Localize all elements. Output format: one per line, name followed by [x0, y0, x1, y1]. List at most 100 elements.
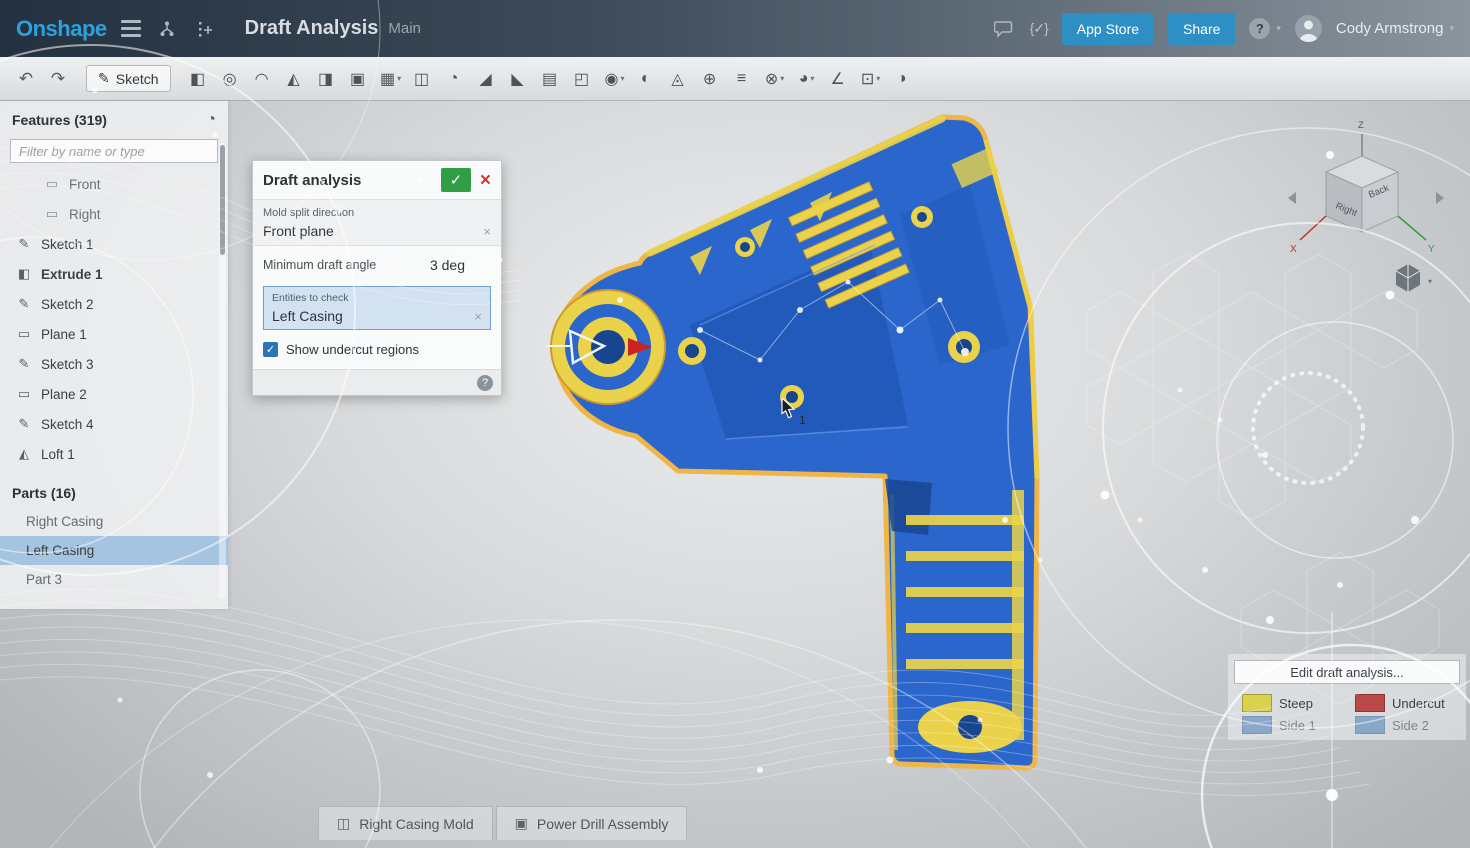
draft-analysis-dialog: Draft analysis ✓ × Mold split direction …: [252, 160, 502, 396]
part-studio-icon: ◫: [337, 815, 350, 832]
model-power-drill-casing[interactable]: [540, 95, 1080, 800]
feature-item-sketch1[interactable]: ✎Sketch 1: [0, 229, 228, 259]
side2-swatch: [1355, 716, 1385, 734]
document-menu-icon[interactable]: [121, 20, 141, 37]
redo-icon[interactable]: ↷: [46, 69, 70, 89]
onshape-logo[interactable]: Onshape: [16, 16, 107, 42]
document-title: Draft Analysis: [245, 17, 379, 40]
legend-item-side2: Side 2: [1347, 716, 1460, 734]
undo-icon[interactable]: ↶: [14, 69, 38, 89]
svg-text:▾: ▾: [1428, 277, 1432, 286]
user-menu[interactable]: Cody Armstrong: [1336, 20, 1444, 37]
mold-split-field[interactable]: Mold split direction Front plane ×: [253, 199, 501, 246]
draft-icon[interactable]: ◣: [507, 66, 531, 92]
extrude-icon: ◧: [16, 266, 32, 282]
clear-icon[interactable]: ×: [483, 224, 491, 239]
features-filter-input[interactable]: [10, 139, 218, 163]
transform-icon[interactable]: ⊕: [699, 66, 723, 92]
app-store-button[interactable]: App Store: [1062, 13, 1154, 45]
dialog-title: Draft analysis: [263, 172, 432, 189]
confirm-button[interactable]: ✓: [441, 168, 471, 192]
show-undercut-label: Show undercut regions: [286, 342, 419, 357]
feature-tree: ▭Front ▭Right ✎Sketch 1 ◧Extrude 1 ✎Sket…: [0, 169, 228, 469]
edit-draft-analysis-button[interactable]: Edit draft analysis...: [1234, 660, 1460, 684]
min-angle-value[interactable]: 3 deg: [430, 257, 465, 273]
boolean-icon[interactable]: ◐: [635, 66, 659, 92]
extrude-icon[interactable]: ◧: [187, 66, 211, 92]
regeneration-timer-icon[interactable]: ◔: [206, 111, 216, 129]
entities-field[interactable]: Entities to check Left Casing ×: [263, 286, 491, 330]
sketch-button-label: Sketch: [116, 71, 159, 87]
rotate-left-arrow-icon: [1288, 192, 1296, 204]
undercut-swatch: [1355, 694, 1385, 712]
clear-icon[interactable]: ×: [474, 309, 482, 324]
feature-item-front[interactable]: ▭Front: [0, 169, 228, 199]
mouse-cursor: [781, 398, 801, 425]
comments-icon[interactable]: [992, 17, 1016, 41]
legend-item-steep: Steep: [1234, 694, 1347, 712]
side1-swatch: [1242, 716, 1272, 734]
show-undercut-checkbox-row[interactable]: ✓ Show undercut regions: [253, 338, 501, 369]
mirror-icon[interactable]: ◫: [411, 66, 435, 92]
loft-icon[interactable]: ◭: [283, 66, 307, 92]
sketch-button[interactable]: ✎ Sketch: [86, 65, 171, 92]
part-item-right-casing[interactable]: Right Casing: [0, 507, 228, 536]
sketch-icon: ✎: [16, 416, 32, 432]
versions-icon[interactable]: [155, 17, 179, 41]
feature-item-plane1[interactable]: ▭Plane 1: [0, 319, 228, 349]
features-scrollbar[interactable]: [219, 143, 226, 599]
features-header: Features (319): [12, 112, 107, 128]
feature-item-sketch4[interactable]: ✎Sketch 4: [0, 409, 228, 439]
workspace-name[interactable]: Main: [388, 20, 421, 37]
share-button[interactable]: Share: [1168, 13, 1235, 45]
mold-split-label: Mold split direction: [263, 207, 491, 219]
user-caret-icon[interactable]: ▾: [1449, 23, 1454, 34]
tab-power-drill-assembly[interactable]: ▣ Power Drill Assembly: [496, 806, 688, 840]
thicken-icon[interactable]: ◨: [315, 66, 339, 92]
pattern-icon[interactable]: ▦▾: [379, 66, 403, 92]
shell-icon[interactable]: ◰: [571, 66, 595, 92]
draft-legend: Edit draft analysis... Steep Undercut Si…: [1228, 654, 1466, 740]
avatar[interactable]: [1295, 15, 1322, 42]
cancel-button[interactable]: ×: [480, 171, 491, 190]
feature-item-plane2[interactable]: ▭Plane 2: [0, 379, 228, 409]
rib-icon[interactable]: ▤: [539, 66, 563, 92]
feature-item-sketch3[interactable]: ✎Sketch 3: [0, 349, 228, 379]
plane-icon: ▭: [16, 386, 32, 402]
hole-icon[interactable]: ◉▾: [603, 66, 627, 92]
checkbox-checked-icon[interactable]: ✓: [263, 342, 278, 357]
measure-icon[interactable]: ∠: [827, 66, 851, 92]
fillet-icon[interactable]: ◔: [443, 66, 467, 92]
insert-icon[interactable]: [193, 17, 217, 41]
feature-item-right[interactable]: ▭Right: [0, 199, 228, 229]
entities-label: Entities to check: [272, 292, 482, 304]
axis-y-label: Y: [1428, 244, 1435, 255]
selection-filter-icon[interactable]: ⊡▾: [859, 66, 883, 92]
modify-fillet-icon[interactable]: ◕▾: [795, 66, 819, 92]
enclose-icon[interactable]: ▣: [347, 66, 371, 92]
part-item-part3[interactable]: Part 3: [0, 565, 228, 594]
chamfer-icon[interactable]: ◢: [475, 66, 499, 92]
part-item-left-casing[interactable]: Left Casing: [0, 536, 228, 565]
feature-item-loft1[interactable]: ◭Loft 1: [0, 439, 228, 469]
view-cube[interactable]: Z Right Back X Y ▾: [1278, 106, 1453, 306]
help-caret-icon[interactable]: ▾: [1276, 23, 1281, 34]
split-icon[interactable]: ◬: [667, 66, 691, 92]
steep-swatch: [1242, 694, 1272, 712]
revolve-icon[interactable]: ◎: [219, 66, 243, 92]
entities-value[interactable]: Left Casing: [272, 308, 474, 324]
appearance-icon[interactable]: ◑: [891, 66, 915, 92]
delete-face-icon[interactable]: ⊗▾: [763, 66, 787, 92]
parts-header: Parts (16): [0, 479, 228, 507]
offset-surface-icon[interactable]: ≡: [731, 66, 755, 92]
rotate-right-arrow-icon: [1436, 192, 1444, 204]
featurescript-icon[interactable]: {✓}: [1030, 20, 1048, 37]
tab-right-casing-mold[interactable]: ◫ Right Casing Mold: [318, 806, 493, 840]
sweep-icon[interactable]: ◠: [251, 66, 275, 92]
mold-split-value[interactable]: Front plane: [263, 223, 483, 239]
dialog-help-icon[interactable]: ?: [477, 375, 493, 391]
feature-item-sketch2[interactable]: ✎Sketch 2: [0, 289, 228, 319]
min-angle-label: Minimum draft angle: [263, 258, 430, 272]
feature-item-extrude1[interactable]: ◧Extrude 1: [0, 259, 228, 289]
help-icon[interactable]: ?: [1249, 18, 1270, 39]
